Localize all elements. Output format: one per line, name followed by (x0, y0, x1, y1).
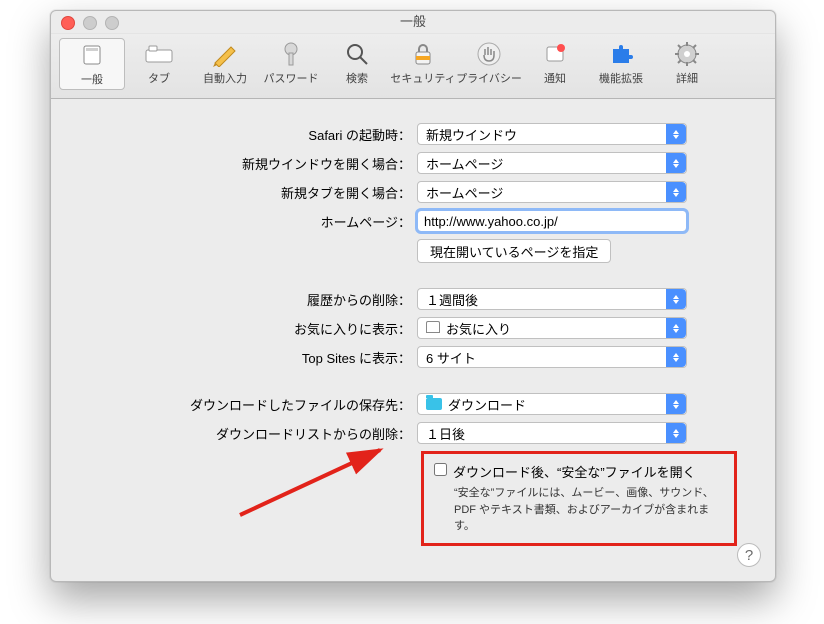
tab-search[interactable]: 検索 (325, 38, 389, 90)
gear-icon (671, 40, 703, 68)
search-icon (341, 40, 373, 68)
label-newtab: 新規タブを開く場合： (81, 183, 417, 202)
safe-files-checkbox-label: ダウンロード後、“安全な”ファイルを開く (453, 462, 696, 481)
tab-security[interactable]: セキュリティ (391, 38, 455, 90)
preferences-window: 一般 一般 タブ 自動入力 (50, 10, 776, 582)
chevron-updown-icon (666, 347, 686, 367)
chevron-updown-icon (666, 423, 686, 443)
tab-autofill[interactable]: 自動入力 (193, 38, 257, 90)
popup-dlloc[interactable]: ダウンロード (417, 393, 687, 415)
tab-passwords-label: パスワード (264, 70, 319, 86)
close-icon[interactable] (61, 16, 75, 30)
tab-search-label: 検索 (346, 70, 368, 86)
tab-tabs-label: タブ (148, 70, 170, 86)
safe-files-checkbox-input[interactable] (434, 463, 447, 476)
tab-passwords[interactable]: パスワード (259, 38, 323, 90)
key-icon (275, 40, 307, 68)
zoom-icon[interactable] (105, 16, 119, 30)
popup-topsites-value: 6 サイト (426, 348, 476, 367)
preferences-toolbar: 一般 タブ 自動入力 パスワード (51, 34, 775, 99)
popup-launch[interactable]: 新規ウインドウ (417, 123, 687, 145)
homepage-input[interactable] (417, 210, 687, 232)
popup-favorites-value: お気に入り (446, 319, 511, 338)
chevron-updown-icon (666, 182, 686, 202)
book-icon (426, 321, 446, 336)
popup-newtab-value: ホームページ (426, 183, 503, 202)
safe-files-description: “安全な”ファイルには、ムービー、画像、サウンド、PDF やテキスト書類、および… (454, 485, 724, 535)
popup-history-value: １週間後 (426, 290, 478, 309)
bell-icon (539, 40, 571, 68)
chevron-updown-icon (666, 394, 686, 414)
chevron-updown-icon (666, 318, 686, 338)
popup-newwin-value: ホームページ (426, 154, 503, 173)
help-button[interactable]: ? (737, 543, 761, 567)
chevron-updown-icon (666, 153, 686, 173)
tab-general-label: 一般 (81, 71, 103, 87)
label-newwin: 新規ウインドウを開く場合： (81, 154, 417, 173)
tab-tabs[interactable]: タブ (127, 38, 191, 90)
popup-launch-value: 新規ウインドウ (426, 125, 517, 144)
label-topsites: Top Sites に表示： (81, 348, 417, 367)
minimize-icon[interactable] (83, 16, 97, 30)
label-dlloc: ダウンロードしたファイルの保存先： (81, 395, 417, 414)
tab-security-label: セキュリティ (390, 70, 455, 86)
popup-dlloc-value: ダウンロード (448, 395, 526, 414)
tab-autofill-label: 自動入力 (203, 70, 247, 86)
puzzle-icon (605, 40, 637, 68)
lock-icon (407, 40, 439, 68)
tab-general[interactable]: 一般 (59, 38, 125, 90)
set-current-page-label: 現在開いているページを指定 (430, 242, 598, 261)
popup-favorites[interactable]: お気に入り (417, 317, 687, 339)
popup-topsites[interactable]: 6 サイト (417, 346, 687, 368)
tab-privacy[interactable]: プライバシー (457, 38, 521, 90)
safe-files-highlight: ダウンロード後、“安全な”ファイルを開く “安全な”ファイルには、ムービー、画像… (421, 451, 737, 546)
tab-advanced[interactable]: 詳細 (655, 38, 719, 90)
popup-newtab[interactable]: ホームページ (417, 181, 687, 203)
label-history: 履歴からの削除： (81, 290, 417, 309)
content-area: Safari の起動時： 新規ウインドウ 新規ウインドウを開く場合： ホームペー… (51, 99, 775, 566)
folder-icon (426, 398, 442, 410)
popup-dlremove[interactable]: １日後 (417, 422, 687, 444)
popup-newwin[interactable]: ホームページ (417, 152, 687, 174)
tab-notifications[interactable]: 通知 (523, 38, 587, 90)
general-icon (76, 41, 108, 69)
label-dlremove: ダウンロードリストからの削除： (81, 424, 417, 443)
label-launch: Safari の起動時： (81, 125, 417, 144)
titlebar: 一般 (51, 11, 775, 34)
autofill-icon (209, 40, 241, 68)
tab-notifications-label: 通知 (544, 70, 566, 86)
tab-extensions-label: 機能拡張 (599, 70, 643, 86)
tab-extensions[interactable]: 機能拡張 (589, 38, 653, 90)
popup-dlremove-value: １日後 (426, 424, 465, 443)
popup-history[interactable]: １週間後 (417, 288, 687, 310)
tabs-icon (143, 40, 175, 68)
window-title: 一般 (51, 11, 775, 33)
safe-files-checkbox[interactable]: ダウンロード後、“安全な”ファイルを開く (434, 462, 724, 481)
set-current-page-button[interactable]: 現在開いているページを指定 (417, 239, 611, 263)
tab-privacy-label: プライバシー (456, 70, 522, 86)
chevron-updown-icon (666, 124, 686, 144)
traffic-lights (61, 16, 119, 30)
chevron-updown-icon (666, 289, 686, 309)
tab-advanced-label: 詳細 (676, 70, 698, 86)
label-favorites: お気に入りに表示： (81, 319, 417, 338)
hand-icon (473, 40, 505, 68)
label-homepage: ホームページ： (81, 212, 417, 231)
help-icon: ? (745, 547, 753, 564)
